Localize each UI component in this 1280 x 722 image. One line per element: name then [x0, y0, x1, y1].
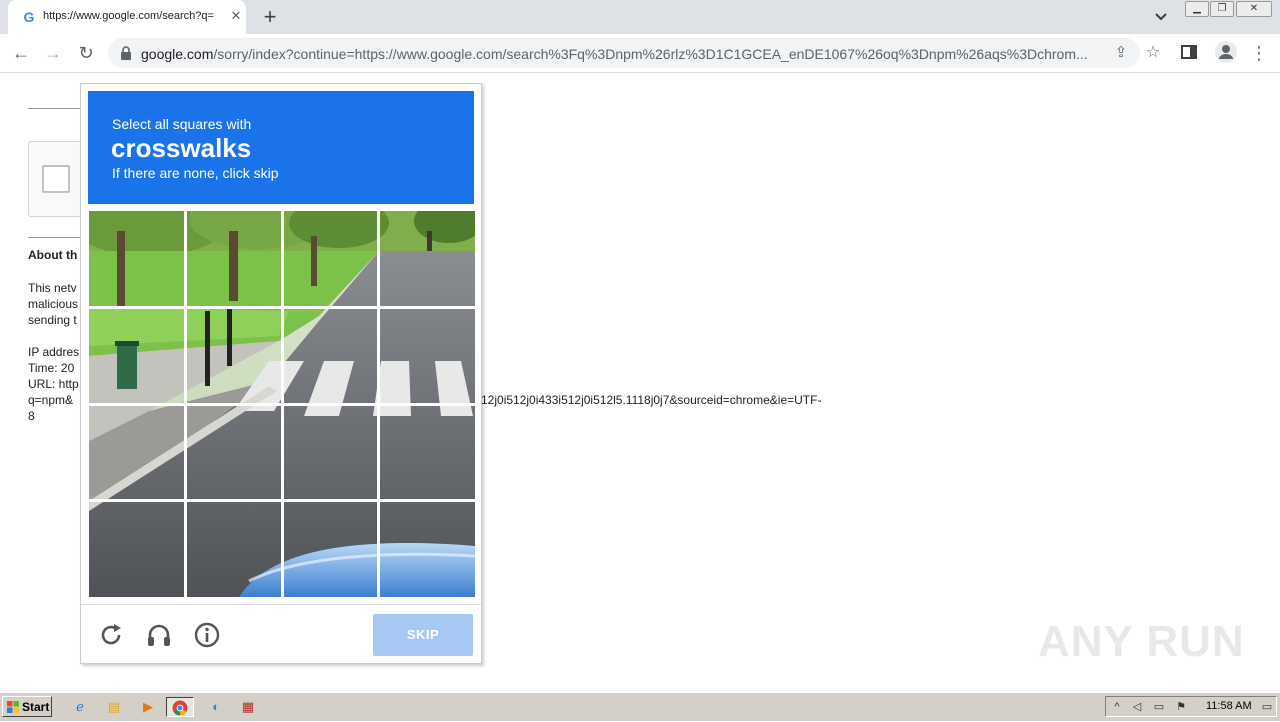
new-tab-button[interactable]: +	[258, 5, 282, 29]
divider	[28, 237, 80, 238]
menu-kebab-icon[interactable]: ⋮	[1246, 40, 1272, 66]
google-favicon-icon: G	[23, 9, 35, 25]
taskbar: Start ℯ ▤ ▶ ◐ ▦ ^ ◁ ▭ ⚑ 11:58 AM ▭	[0, 692, 1280, 721]
start-label: Start	[22, 700, 50, 714]
address-bar[interactable]: google.com/sorry/index?continue=https://…	[108, 38, 1160, 68]
media-player-icon[interactable]: ▶	[134, 697, 162, 717]
grid-tile[interactable]	[283, 405, 379, 501]
grid-tile[interactable]	[186, 211, 282, 307]
anyrun-watermark: ANY RUN	[1038, 617, 1245, 666]
show-desktop-icon[interactable]: ▭	[1260, 700, 1274, 714]
challenge-footer: SKIP	[81, 604, 481, 664]
internet-explorer-icon[interactable]: ℯ	[66, 697, 94, 717]
grid-tile[interactable]	[379, 211, 475, 307]
query-line: q=npm&	[28, 393, 74, 407]
bookmark-star-icon[interactable]: ☆	[1140, 40, 1166, 66]
network-icon[interactable]: ▭	[1152, 700, 1166, 714]
volume-icon[interactable]: ◁	[1130, 700, 1144, 714]
tab-title: https://www.google.com/search?q=	[43, 10, 214, 22]
reload-icon[interactable]: ↻	[73, 40, 99, 66]
url-path: /sorry/index?continue=https://www.google…	[213, 46, 1088, 62]
lock-icon	[121, 46, 131, 60]
grid-tile[interactable]	[283, 308, 379, 404]
grid-tile[interactable]	[89, 405, 185, 501]
edge-icon[interactable]: ◐	[202, 697, 230, 717]
ip-address-line: IP addres	[28, 345, 80, 359]
url-tail-text: 12j0i512j0i433i512j0i512l5.1118j0j7&sour…	[481, 393, 822, 407]
minimize-window-button[interactable]: ▁	[1185, 1, 1209, 17]
grid-tile[interactable]	[283, 501, 379, 597]
browser-toolbar: ← → ↻ google.com/sorry/index?continue=ht…	[0, 34, 1280, 73]
share-icon[interactable]: ⇪	[1108, 40, 1134, 66]
show-hidden-icons-icon[interactable]: ^	[1110, 700, 1124, 714]
url-tail-text: 8	[28, 409, 35, 423]
start-button[interactable]: Start	[2, 696, 52, 717]
recaptcha-anchor	[28, 141, 81, 217]
close-window-button[interactable]: ✕	[1236, 1, 1272, 17]
file-explorer-icon[interactable]: ▤	[100, 697, 128, 717]
tab-search-chevron-icon[interactable]	[1151, 8, 1171, 26]
url-host: google.com	[141, 46, 214, 62]
skip-button[interactable]: SKIP	[373, 614, 473, 656]
grid-tile[interactable]	[89, 308, 185, 404]
back-arrow-icon[interactable]: ←	[8, 40, 34, 66]
url-line: URL: http	[28, 377, 79, 391]
reload-challenge-icon[interactable]	[97, 621, 125, 649]
grid-tile[interactable]	[186, 501, 282, 597]
windows-flag-icon	[7, 701, 19, 713]
grid-tile[interactable]	[283, 211, 379, 307]
recaptcha-challenge: Select all squares with crosswalks If th…	[80, 83, 482, 664]
grid-tile[interactable]	[89, 501, 185, 597]
grid-tile[interactable]	[379, 501, 475, 597]
challenge-hint: If there are none, click skip	[112, 165, 279, 181]
body-text-line: sending t	[28, 313, 77, 327]
challenge-keyword: crosswalks	[111, 133, 252, 163]
body-text-line: This netv	[28, 281, 77, 295]
grid-tile[interactable]	[379, 308, 475, 404]
chrome-taskbar-icon[interactable]	[166, 697, 194, 717]
time-line: Time: 20	[28, 361, 75, 375]
archive-app-icon[interactable]: ▦	[234, 697, 262, 717]
action-center-flag-icon[interactable]: ⚑	[1174, 700, 1188, 714]
challenge-instruction: Select all squares with	[112, 116, 252, 132]
about-heading: About th	[28, 248, 78, 262]
not-a-robot-checkbox[interactable]	[42, 165, 70, 193]
grid-tile[interactable]	[89, 211, 185, 307]
restore-window-button[interactable]: ❐	[1210, 1, 1234, 17]
forward-arrow-icon[interactable]: →	[40, 40, 66, 66]
side-panel-icon[interactable]	[1180, 43, 1198, 61]
clock: 11:58 AM	[1206, 700, 1252, 712]
challenge-header: Select all squares with crosswalks If th…	[88, 91, 474, 204]
profile-avatar-icon[interactable]	[1214, 40, 1238, 64]
divider	[28, 108, 80, 109]
chrome-icon	[172, 700, 188, 716]
grid-tile[interactable]	[379, 405, 475, 501]
tab-close-icon[interactable]: ✕	[228, 8, 244, 24]
system-tray: ^ ◁ ▭ ⚑ 11:58 AM ▭	[1105, 696, 1277, 717]
body-text-line: malicious	[28, 297, 79, 311]
tab-strip: G https://www.google.com/search?q= ✕ + ▁…	[0, 0, 1280, 34]
image-grid	[89, 211, 475, 597]
grid-tile[interactable]	[186, 308, 282, 404]
url-text[interactable]: google.com/sorry/index?continue=https://…	[141, 46, 1101, 62]
headphones-icon[interactable]	[145, 621, 173, 649]
info-icon[interactable]	[193, 621, 221, 649]
browser-tab[interactable]: G https://www.google.com/search?q= ✕	[8, 0, 246, 34]
grid-tile[interactable]	[186, 405, 282, 501]
